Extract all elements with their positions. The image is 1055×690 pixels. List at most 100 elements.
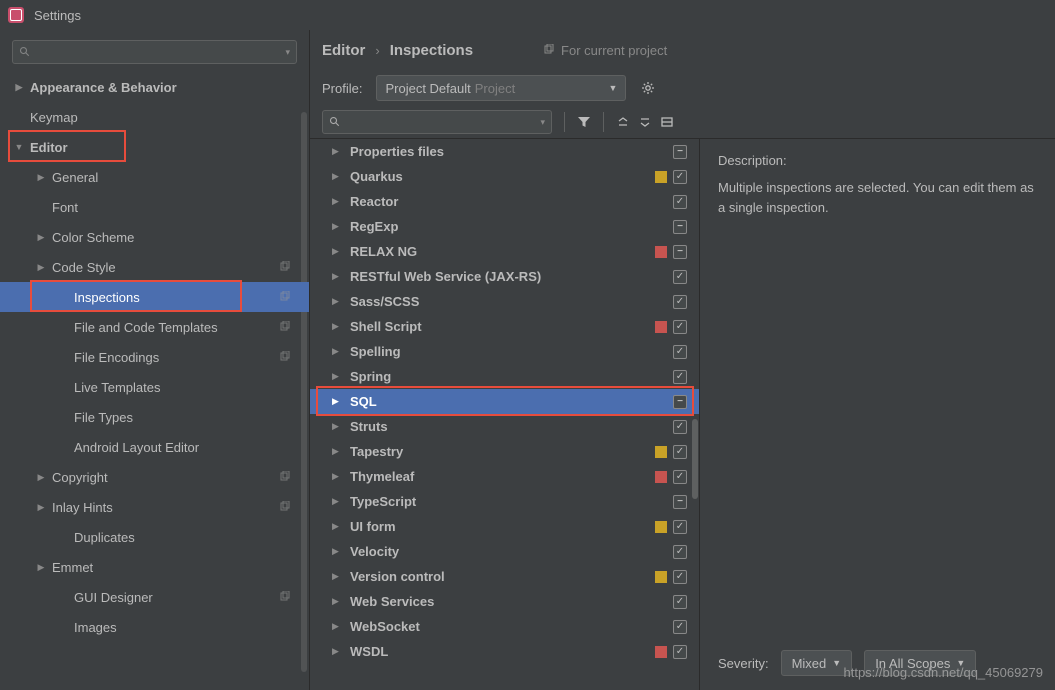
- sidebar-item-color-scheme[interactable]: ▶Color Scheme: [0, 222, 309, 252]
- inspection-item-sql[interactable]: ▶SQL: [310, 389, 699, 414]
- inspection-checkbox[interactable]: [673, 245, 687, 259]
- sidebar-item-gui-designer[interactable]: ▶GUI Designer: [0, 582, 309, 612]
- sidebar-item-code-style[interactable]: ▶Code Style: [0, 252, 309, 282]
- inspection-item-properties-files[interactable]: ▶Properties files: [310, 139, 699, 164]
- inspection-item-reactor[interactable]: ▶Reactor: [310, 189, 699, 214]
- sidebar-item-inspections[interactable]: ▶Inspections: [0, 282, 309, 312]
- inspection-item-version-control[interactable]: ▶Version control: [310, 564, 699, 589]
- severity-select[interactable]: Mixed ▼: [781, 650, 853, 676]
- sidebar-item-file-encodings[interactable]: ▶File Encodings: [0, 342, 309, 372]
- sidebar-item-copyright[interactable]: ▶Copyright: [0, 462, 309, 492]
- chevron-down-icon: ▼: [832, 658, 841, 668]
- inspection-checkbox[interactable]: [673, 495, 687, 509]
- chevron-right-icon: ▶: [332, 346, 342, 357]
- inspection-checkbox[interactable]: [673, 570, 687, 584]
- sidebar-item-editor[interactable]: ▼Editor: [0, 132, 309, 162]
- severity-swatch: [655, 246, 667, 258]
- sidebar-item-font[interactable]: ▶Font: [0, 192, 309, 222]
- profile-select[interactable]: Project DefaultProject ▼: [376, 75, 626, 101]
- inspection-item-spelling[interactable]: ▶Spelling: [310, 339, 699, 364]
- inspection-item-regexp[interactable]: ▶RegExp: [310, 214, 699, 239]
- inspection-label: Thymeleaf: [350, 469, 655, 484]
- inspection-item-velocity[interactable]: ▶Velocity: [310, 539, 699, 564]
- breadcrumb-editor[interactable]: Editor: [322, 42, 365, 59]
- inspection-item-shell-script[interactable]: ▶Shell Script: [310, 314, 699, 339]
- separator: [603, 112, 604, 132]
- sidebar-item-file-types[interactable]: ▶File Types: [0, 402, 309, 432]
- sidebar-item-general[interactable]: ▶General: [0, 162, 309, 192]
- inspection-checkbox[interactable]: [673, 345, 687, 359]
- chevron-right-icon: ▶: [36, 262, 46, 273]
- collapse-all-icon[interactable]: [634, 111, 656, 133]
- sidebar-item-label: File Types: [74, 410, 133, 425]
- sidebar-item-images[interactable]: ▶Images: [0, 612, 309, 642]
- inspection-item-websocket[interactable]: ▶WebSocket: [310, 614, 699, 639]
- gear-icon[interactable]: [640, 80, 656, 96]
- inspection-search-input[interactable]: ▾: [322, 110, 552, 134]
- inspection-item-sass-scss[interactable]: ▶Sass/SCSS: [310, 289, 699, 314]
- inspection-checkbox[interactable]: [673, 220, 687, 234]
- chevron-right-icon: ▶: [332, 146, 342, 157]
- inspection-label: Tapestry: [350, 444, 655, 459]
- sidebar-item-file-and-code-templates[interactable]: ▶File and Code Templates: [0, 312, 309, 342]
- sidebar-item-inlay-hints[interactable]: ▶Inlay Hints: [0, 492, 309, 522]
- inspection-checkbox[interactable]: [673, 395, 687, 409]
- sidebar-item-label: GUI Designer: [74, 590, 153, 605]
- sidebar-item-label: Duplicates: [74, 530, 135, 545]
- copy-icon: [543, 44, 555, 56]
- chevron-down-icon: ▾: [540, 117, 545, 128]
- inspection-checkbox[interactable]: [673, 295, 687, 309]
- for-current-project: For current project: [543, 43, 667, 58]
- inspection-item-tapestry[interactable]: ▶Tapestry: [310, 439, 699, 464]
- sidebar-item-keymap[interactable]: ▶Keymap: [0, 102, 309, 132]
- sidebar-item-duplicates[interactable]: ▶Duplicates: [0, 522, 309, 552]
- inspection-item-ui-form[interactable]: ▶ UI form: [310, 514, 699, 539]
- inspection-item-spring[interactable]: ▶Spring: [310, 364, 699, 389]
- inspection-checkbox[interactable]: [673, 320, 687, 334]
- profile-value: Project Default: [385, 81, 470, 96]
- inspection-checkbox[interactable]: [673, 145, 687, 159]
- inspection-checkbox[interactable]: [673, 620, 687, 634]
- chevron-right-icon: ▶: [36, 502, 46, 513]
- inspection-item-web-services[interactable]: ▶Web Services: [310, 589, 699, 614]
- inspection-item-typescript[interactable]: ▶TypeScript: [310, 489, 699, 514]
- inspection-label: Velocity: [350, 544, 673, 559]
- inspection-label: UI form: [350, 519, 655, 534]
- chevron-right-icon: ▶: [332, 521, 342, 532]
- sidebar-search-input[interactable]: ▾: [12, 40, 297, 64]
- inspection-label: Sass/SCSS: [350, 294, 673, 309]
- inspection-checkbox[interactable]: [673, 595, 687, 609]
- sidebar-item-label: Copyright: [52, 470, 108, 485]
- inspection-item-wsdl[interactable]: ▶WSDL: [310, 639, 699, 664]
- inspection-checkbox[interactable]: [673, 520, 687, 534]
- inspection-item-thymeleaf[interactable]: ▶Thymeleaf: [310, 464, 699, 489]
- sidebar-item-label: File Encodings: [74, 350, 159, 365]
- inspection-label: Quarkus: [350, 169, 655, 184]
- expand-all-icon[interactable]: [612, 111, 634, 133]
- filter-icon[interactable]: [573, 111, 595, 133]
- inspection-item-restful-web-service-jax-rs-[interactable]: ▶RESTful Web Service (JAX-RS): [310, 264, 699, 289]
- inspection-checkbox[interactable]: [673, 645, 687, 659]
- for-project-label: For current project: [561, 43, 667, 58]
- inspection-checkbox[interactable]: [673, 170, 687, 184]
- sidebar-item-live-templates[interactable]: ▶Live Templates: [0, 372, 309, 402]
- inspection-checkbox[interactable]: [673, 445, 687, 459]
- chevron-right-icon: ▶: [332, 646, 342, 657]
- sidebar-item-emmet[interactable]: ▶Emmet: [0, 552, 309, 582]
- chevron-down-icon: ▼: [609, 83, 618, 93]
- severity-value: Mixed: [792, 656, 827, 671]
- inspection-item-relax-ng[interactable]: ▶RELAX NG: [310, 239, 699, 264]
- inspection-checkbox[interactable]: [673, 470, 687, 484]
- inspection-checkbox[interactable]: [673, 545, 687, 559]
- inspection-item-quarkus[interactable]: ▶Quarkus: [310, 164, 699, 189]
- inspection-checkbox[interactable]: [673, 370, 687, 384]
- reset-icon[interactable]: [656, 111, 678, 133]
- inspection-checkbox[interactable]: [673, 270, 687, 284]
- inspection-label: Struts: [350, 419, 673, 434]
- sidebar-item-appearance-behavior[interactable]: ▶Appearance & Behavior: [0, 72, 309, 102]
- sidebar-item-android-layout-editor[interactable]: ▶Android Layout Editor: [0, 432, 309, 462]
- inspection-checkbox[interactable]: [673, 420, 687, 434]
- copy-icon: [279, 261, 291, 273]
- inspection-checkbox[interactable]: [673, 195, 687, 209]
- inspection-item-struts[interactable]: ▶Struts: [310, 414, 699, 439]
